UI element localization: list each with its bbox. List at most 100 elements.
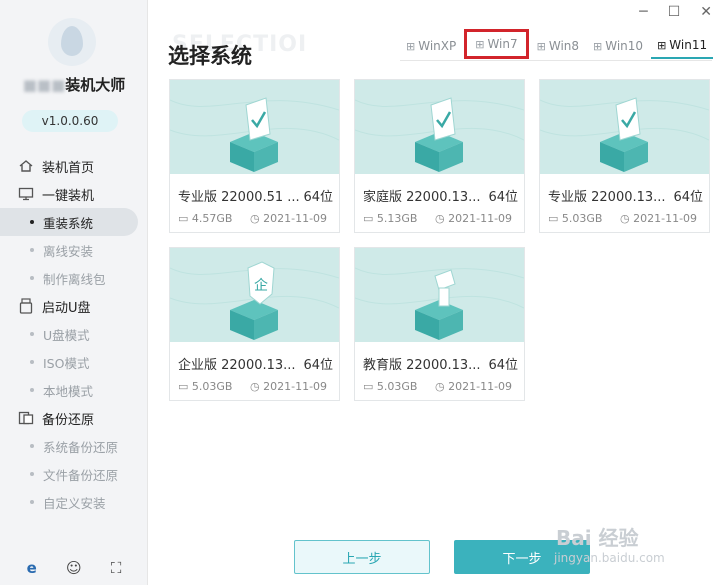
os-size: ▭ 5.03GB [363, 380, 418, 393]
tab-label: Win10 [605, 39, 644, 53]
sidebar-item-label: 自定义安装 [43, 495, 106, 511]
tab-label: Win8 [548, 39, 580, 53]
tab-winxp[interactable]: ⊞ WinXP [400, 33, 462, 59]
os-size: ▭ 5.03GB [178, 380, 233, 393]
previous-step-button[interactable]: 上一步 [294, 540, 430, 574]
watermark: Bai 经验 [556, 526, 639, 550]
sidebar-item-iso-mode[interactable]: ISO模式 [0, 348, 148, 376]
os-name: 专业版 22000.13... [548, 190, 666, 205]
os-bits: 64位 [673, 190, 703, 205]
sidebar-item-reinstall[interactable]: 重装系统 [0, 208, 138, 236]
os-name: 专业版 22000.51 ... [178, 190, 300, 205]
usb-icon [16, 298, 36, 314]
sidebar-item-label: 装机首页 [42, 160, 95, 176]
clock-icon: ◷ [435, 380, 449, 393]
os-date: ◷ 2021-11-09 [620, 212, 698, 225]
os-name: 教育版 22000.13... [363, 358, 481, 373]
tab-label: Win7 [487, 37, 518, 51]
browser-icon[interactable]: e [27, 559, 37, 577]
windows-icon: ⊞ [593, 39, 603, 53]
sidebar-item-system-backup[interactable]: 系统备份还原 [0, 432, 148, 460]
os-size: ▭ 5.03GB [548, 212, 603, 225]
sidebar-footer: e ☺ ⛶ [0, 559, 148, 577]
bullet-icon [30, 248, 34, 252]
sidebar-item-usb-boot[interactable]: 启动U盘 [0, 292, 148, 320]
fullscreen-icon[interactable]: ⛶ [111, 559, 122, 577]
windows-icon: ⊞ [657, 38, 667, 52]
os-card-image: 企 [170, 248, 339, 342]
support-icon[interactable]: ☺ [66, 559, 82, 577]
sidebar-item-backup[interactable]: 备份还原 [0, 404, 148, 432]
sidebar-item-usb-mode[interactable]: U盘模式 [0, 320, 148, 348]
bullet-icon [30, 360, 34, 364]
disk-icon: ▭ [363, 212, 377, 225]
sidebar-item-label: 文件备份还原 [43, 467, 119, 483]
sidebar-item-label: 备份还原 [42, 412, 95, 428]
os-date: ◷ 2021-11-09 [435, 380, 513, 393]
os-date: ◷ 2021-11-09 [250, 212, 328, 225]
os-date: ◷ 2021-11-09 [435, 212, 513, 225]
tab-win8[interactable]: ⊞ Win8 [531, 33, 585, 59]
sidebar-nav: 装机首页 一键装机 重装系统 离线安装 制作离线包 启动U盘 U盘模式 ISO模… [0, 152, 148, 516]
maximize-icon[interactable]: ☐ [668, 4, 681, 20]
sidebar-item-one-click[interactable]: 一键装机 [0, 180, 148, 208]
clock-icon: ◷ [250, 380, 264, 393]
clock-icon: ◷ [250, 212, 264, 225]
sidebar-item-file-backup[interactable]: 文件备份还原 [0, 460, 148, 488]
os-bits: 64位 [303, 358, 333, 373]
watermark-url: jingyan.baidu.com [554, 551, 665, 565]
bullet-icon [30, 388, 34, 392]
sidebar-item-local-mode[interactable]: 本地模式 [0, 376, 148, 404]
svg-text:企: 企 [254, 277, 268, 294]
bullet-icon [30, 220, 34, 224]
clock-icon: ◷ [620, 212, 634, 225]
sidebar-item-custom-install[interactable]: 自定义安装 [0, 488, 148, 516]
os-card-image [170, 80, 339, 174]
sidebar-item-offline-install[interactable]: 离线安装 [0, 236, 148, 264]
windows-icon: ⊞ [406, 39, 416, 53]
tab-win7[interactable]: ⊞ Win7 [464, 29, 529, 59]
tab-win11[interactable]: ⊞ Win11 [651, 33, 714, 59]
disk-icon: ▭ [363, 380, 377, 393]
brand-name: ■■■装机大师 [22, 76, 126, 94]
os-card[interactable]: 专业版 22000.51 ... 64位 ▭ 4.57GB ◷ 2021-11-… [169, 79, 340, 233]
sidebar-item-label: 本地模式 [43, 383, 94, 399]
os-name: 家庭版 22000.13... [363, 190, 481, 205]
sidebar-item-label: 一键装机 [42, 188, 95, 204]
version-badge: v1.0.0.60 [22, 110, 118, 132]
os-bits: 64位 [488, 190, 518, 205]
app-logo [48, 18, 96, 66]
sidebar: ■■■装机大师 v1.0.0.60 装机首页 一键装机 重装系统 离线安装 制作… [0, 0, 148, 585]
sidebar-item-label: 制作离线包 [43, 271, 106, 287]
tab-win10[interactable]: ⊞ Win10 [587, 33, 649, 59]
sidebar-item-label: ISO模式 [43, 355, 90, 371]
sidebar-item-make-offline-pkg[interactable]: 制作离线包 [0, 264, 148, 292]
disk-icon: ▭ [178, 380, 192, 393]
os-card-image [355, 80, 524, 174]
monitor-icon [16, 186, 36, 202]
os-card[interactable]: 教育版 22000.13... 64位 ▭ 5.03GB ◷ 2021-11-0… [354, 247, 525, 401]
bullet-icon [30, 500, 34, 504]
os-card[interactable]: 企 企业版 22000.13... 64位 ▭ 5.03GB ◷ 2021-11… [169, 247, 340, 401]
os-date: ◷ 2021-11-09 [250, 380, 328, 393]
os-tabs: ⊞ WinXP ⊞ Win7 ⊞ Win8 ⊞ Win10 ⊞ Win11 [400, 29, 714, 61]
windows-icon: ⊞ [475, 37, 485, 51]
os-size: ▭ 5.13GB [363, 212, 418, 225]
os-size: ▭ 4.57GB [178, 212, 233, 225]
minimize-icon[interactable]: ─ [639, 4, 647, 20]
windows-icon: ⊞ [536, 39, 546, 53]
os-card[interactable]: 家庭版 22000.13... 64位 ▭ 5.13GB ◷ 2021-11-0… [354, 79, 525, 233]
sidebar-item-label: 离线安装 [43, 243, 94, 259]
backup-icon [16, 410, 36, 426]
bullet-icon [30, 276, 34, 280]
logo-drop-icon [61, 26, 83, 56]
sidebar-item-home[interactable]: 装机首页 [0, 152, 148, 180]
tab-label: WinXP [418, 39, 457, 53]
page-title: 选择系统 [168, 44, 252, 68]
sidebar-item-label: 重装系统 [43, 215, 94, 231]
clock-icon: ◷ [435, 212, 449, 225]
os-card[interactable]: 专业版 22000.13... 64位 ▭ 5.03GB ◷ 2021-11-0… [539, 79, 710, 233]
close-icon[interactable]: ✕ [700, 4, 712, 20]
sidebar-item-label: 启动U盘 [42, 300, 91, 316]
disk-icon: ▭ [178, 212, 192, 225]
